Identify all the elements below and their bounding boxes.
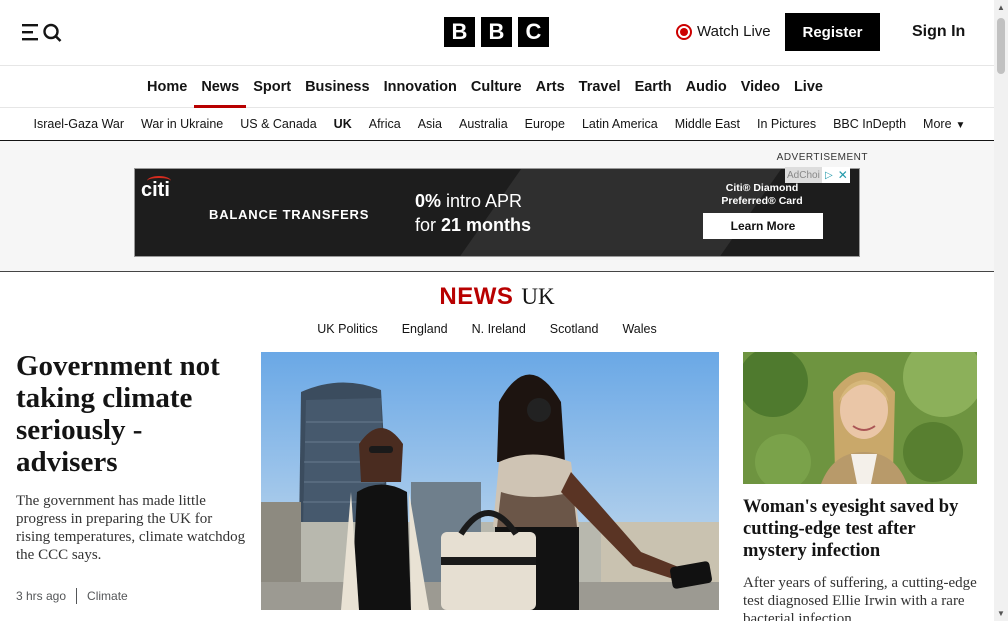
ad-offer-rate: 0% xyxy=(415,191,442,211)
logo-letter: C xyxy=(518,17,549,47)
nav-item-arts[interactable]: Arts xyxy=(529,66,572,108)
sign-in-link[interactable]: Sign In xyxy=(912,23,965,41)
lead-story-meta: 3 hrs ago Climate xyxy=(16,588,128,604)
lead-story-summary: The government has made little progress … xyxy=(16,493,246,563)
ad-card-line1: Citi® Diamond xyxy=(725,182,799,194)
ad-card-line2: Preferred® Card xyxy=(721,195,803,207)
ad-offer-line1: 0% intro APR xyxy=(415,191,522,212)
timestamp: 3 hrs ago xyxy=(16,589,67,603)
subnav-item-in-pictures[interactable]: In Pictures xyxy=(749,117,825,131)
subnav-item-israel-gaza[interactable]: Israel-Gaza War xyxy=(25,117,133,131)
menu-icon xyxy=(22,23,62,42)
watch-live-link[interactable]: Watch Live xyxy=(676,23,771,40)
subnav-item-ukraine[interactable]: War in Ukraine xyxy=(133,117,232,131)
section-title: UK xyxy=(521,284,555,309)
subnav-more-button[interactable]: More ▼ xyxy=(915,117,974,131)
ad-offer-text: intro APR xyxy=(441,191,523,211)
adchoices-icon: ▷ xyxy=(821,167,836,183)
subnav-item-bbc-indepth[interactable]: BBC InDepth xyxy=(825,117,915,131)
ad-label: ADVERTISEMENT xyxy=(776,152,868,163)
section-link-scotland[interactable]: Scotland xyxy=(550,322,599,336)
section-link-uk-politics[interactable]: UK Politics xyxy=(317,322,377,336)
subnav-item-europe[interactable]: Europe xyxy=(516,117,573,131)
nav-item-earth[interactable]: Earth xyxy=(628,66,679,108)
lead-story-image[interactable] xyxy=(261,352,719,610)
nav-item-audio[interactable]: Audio xyxy=(679,66,734,108)
side-story-summary: After years of suffering, a cutting-edge… xyxy=(743,575,977,621)
news-wordmark[interactable]: NEWS xyxy=(439,283,513,310)
nav-item-news[interactable]: News xyxy=(194,66,247,108)
citi-logo: citi xyxy=(141,179,170,201)
logo-letter: B xyxy=(444,17,475,47)
learn-more-button[interactable]: Learn More xyxy=(703,213,823,239)
nav-item-home[interactable]: Home xyxy=(140,66,194,108)
nav-item-travel[interactable]: Travel xyxy=(572,66,628,108)
nav-item-video[interactable]: Video xyxy=(734,66,787,108)
subnav-item-middle-east[interactable]: Middle East xyxy=(666,117,748,131)
section-heading: NEWS UK xyxy=(0,283,994,311)
advertisement-area: ADVERTISEMENT citi BALANCE TRANSFERS 0% … xyxy=(0,141,994,272)
more-label: More xyxy=(923,117,952,131)
ad-banner[interactable]: citi BALANCE TRANSFERS 0% intro APR for … xyxy=(134,168,860,257)
sub-nav: Israel-Gaza War War in Ukraine US & Cana… xyxy=(0,108,994,141)
caret-down-icon: ▼ xyxy=(955,120,966,131)
lead-story-headline[interactable]: Government not taking climate seriously … xyxy=(16,350,251,478)
section-link-wales[interactable]: Wales xyxy=(622,322,656,336)
subnav-item-latin-america[interactable]: Latin America xyxy=(573,117,666,131)
close-icon[interactable]: ✕ xyxy=(835,167,850,183)
ad-offer-term: 21 months xyxy=(441,215,532,235)
subnav-item-asia[interactable]: Asia xyxy=(409,117,450,131)
nav-item-business[interactable]: Business xyxy=(298,66,376,108)
section-subnav: UK Politics England N. Ireland Scotland … xyxy=(0,322,994,336)
scroll-up-icon[interactable]: ▲ xyxy=(997,3,1005,12)
top-bar: B B C Watch Live Register Sign In xyxy=(0,0,994,66)
side-story-image[interactable] xyxy=(743,352,977,484)
main-nav: Home News Sport Business Innovation Cult… xyxy=(0,66,994,108)
subnav-item-uk[interactable]: UK xyxy=(325,117,360,131)
nav-item-live[interactable]: Live xyxy=(787,66,830,108)
logo-letter: B xyxy=(481,17,512,47)
bbc-logo[interactable]: B B C xyxy=(444,17,549,47)
adchoices-badge[interactable]: AdChoi ▷ ✕ xyxy=(785,167,850,183)
topic-tag[interactable]: Climate xyxy=(87,589,128,603)
live-icon xyxy=(676,23,692,40)
ad-card-name: Citi® Diamond Preferred® Card xyxy=(717,182,807,208)
subnav-item-us-canada[interactable]: US & Canada xyxy=(232,117,325,131)
side-photo-illustration xyxy=(743,352,977,484)
subnav-item-africa[interactable]: Africa xyxy=(360,117,409,131)
ad-headline: BALANCE TRANSFERS xyxy=(209,207,370,222)
ad-offer-prefix: for xyxy=(415,215,442,235)
page-scrollbar[interactable]: ▲ ▼ xyxy=(994,0,1008,621)
menu-search-button[interactable] xyxy=(22,22,64,42)
meta-divider xyxy=(76,588,78,604)
ad-offer-line2: for 21 months xyxy=(415,215,531,236)
nav-item-culture[interactable]: Culture xyxy=(464,66,529,108)
watch-live-label: Watch Live xyxy=(697,23,771,40)
scroll-down-icon[interactable]: ▼ xyxy=(997,609,1005,618)
section-link-n-ireland[interactable]: N. Ireland xyxy=(472,322,526,336)
section-link-england[interactable]: England xyxy=(402,322,448,336)
register-button[interactable]: Register xyxy=(785,13,880,51)
nav-item-innovation[interactable]: Innovation xyxy=(377,66,464,108)
scrollbar-thumb[interactable] xyxy=(997,18,1005,74)
lead-photo-illustration xyxy=(261,352,719,610)
subnav-item-australia[interactable]: Australia xyxy=(451,117,517,131)
nav-item-sport[interactable]: Sport xyxy=(246,66,298,108)
adchoices-label: AdChoi xyxy=(787,169,820,181)
side-story-headline[interactable]: Woman's eyesight saved by cutting-edge t… xyxy=(743,496,983,562)
